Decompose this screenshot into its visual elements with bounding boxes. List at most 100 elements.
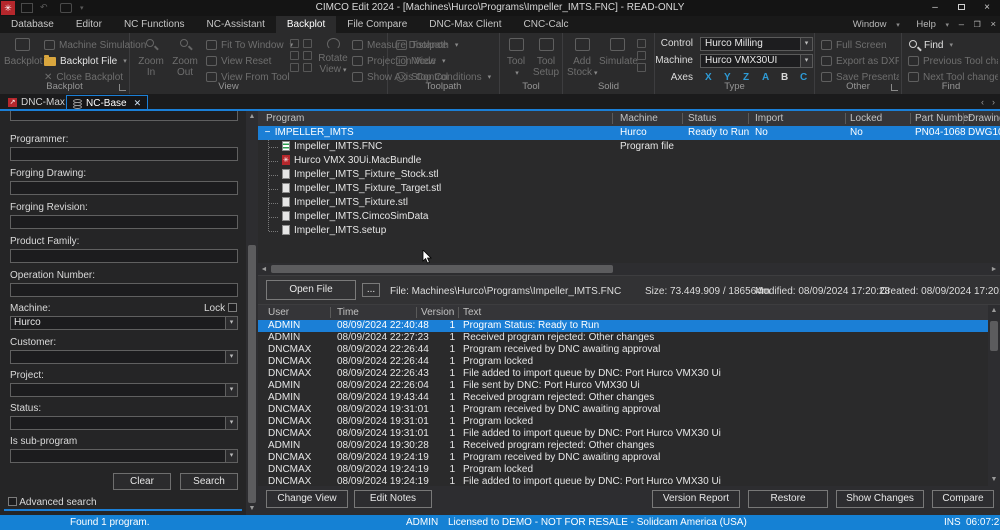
machine-dropdown[interactable]: Hurco VMX30UI▾ xyxy=(700,54,813,68)
program-file-row[interactable]: Hurco VMX 30Ui.MacBundle xyxy=(258,154,1000,168)
help-menu[interactable]: Help ▾ xyxy=(909,19,949,30)
control-dropdown[interactable]: Hurco Milling▾ xyxy=(700,37,813,51)
program-file-row[interactable]: Impeller_IMTS_Fixture.stl xyxy=(258,196,1000,210)
tab-database[interactable]: Database xyxy=(0,16,65,33)
operation-number-input[interactable] xyxy=(10,283,238,297)
restore-button[interactable]: Restore xyxy=(748,490,828,508)
column-header[interactable]: Status xyxy=(688,113,716,124)
show-changes-button[interactable]: Show Changes xyxy=(836,490,924,508)
clear-button[interactable]: Clear xyxy=(113,473,171,490)
collapse-icon[interactable]: − xyxy=(263,126,272,140)
log-scrollbar[interactable]: ▲ ▼ xyxy=(988,305,1000,486)
log-row[interactable]: ADMIN08/09/2024 19:30:281Received progra… xyxy=(258,440,1000,452)
tab-editor[interactable]: Editor xyxy=(65,16,113,33)
solid-option-icon[interactable] xyxy=(637,39,646,48)
open-file-button[interactable]: Open File xyxy=(266,280,356,300)
view-cube-icon[interactable] xyxy=(290,39,299,48)
program-file-row[interactable]: Impeller_IMTS.CimcoSimData xyxy=(258,210,1000,224)
view-cube-icon[interactable] xyxy=(303,63,312,72)
project-dropdown[interactable]: ▾ xyxy=(10,383,238,397)
horizontal-scrollbar[interactable]: ◄ ► xyxy=(258,263,1000,275)
machine-dropdown[interactable]: Hurco▾ xyxy=(10,316,238,330)
left-panel-scrollbar[interactable]: ▲ ▼ xyxy=(246,111,258,515)
customer-dropdown[interactable]: ▾ xyxy=(10,350,238,364)
top-partial-input[interactable] xyxy=(10,111,238,121)
forging-revision-input[interactable] xyxy=(10,215,238,229)
scroll-up-icon[interactable]: ▲ xyxy=(989,306,999,316)
advanced-search-checkbox[interactable] xyxy=(8,497,17,506)
simulate-button[interactable]: Simulate xyxy=(599,38,635,67)
column-header[interactable]: Time xyxy=(337,307,359,318)
program-file-row[interactable]: Impeller_IMTS.FNCProgram file xyxy=(258,140,1000,154)
tab-scroll-left-icon[interactable]: ‹ xyxy=(981,97,984,107)
advanced-search-toggle[interactable]: Advanced search xyxy=(8,497,97,508)
tab-dnc-max[interactable]: ↗ DNC-Max xyxy=(2,95,71,109)
scrollbar-thumb[interactable] xyxy=(248,245,256,503)
tab-cnc-calc[interactable]: CNC-Calc xyxy=(513,16,580,33)
tab-scroll-right-icon[interactable]: › xyxy=(992,97,995,107)
tab-nc-assistant[interactable]: NC-Assistant xyxy=(196,16,276,33)
lock-checkbox[interactable] xyxy=(228,303,237,312)
rotate-view-button[interactable]: RotateView▾ xyxy=(316,38,350,76)
edit-notes-button[interactable]: Edit Notes xyxy=(354,490,432,508)
view-cube-icon[interactable] xyxy=(290,63,299,72)
backplot-file-button[interactable]: Backplot File▾ xyxy=(44,54,127,68)
scroll-down-icon[interactable]: ▼ xyxy=(247,504,257,514)
log-row[interactable]: DNCMAX08/09/2024 19:31:011Program locked xyxy=(258,416,1000,428)
scroll-up-icon[interactable]: ▲ xyxy=(247,112,257,122)
mode-button[interactable]: Mode▾ xyxy=(396,54,446,68)
forging-drawing-input[interactable] xyxy=(10,181,238,195)
view-cube-icon[interactable] xyxy=(303,51,312,60)
tool-setup-button[interactable]: ToolSetup xyxy=(532,38,560,78)
restore-button[interactable] xyxy=(948,0,974,16)
fit-to-window-button[interactable]: Fit To Window▾ xyxy=(206,38,293,52)
log-row[interactable]: DNCMAX08/09/2024 19:24:191Program receiv… xyxy=(258,452,1000,464)
view-cube-icon[interactable] xyxy=(303,39,312,48)
status-dropdown[interactable]: ▾ xyxy=(10,416,238,430)
view-reset-button[interactable]: View Reset xyxy=(206,54,271,68)
zoom-out-button[interactable]: ZoomOut xyxy=(170,38,200,78)
program-row-root[interactable]: − IMPELLER_IMTS Hurco Ready to Run No No… xyxy=(258,126,1000,140)
column-header[interactable]: Import xyxy=(755,113,783,124)
previous-tool-change-button[interactable]: Previous Tool change xyxy=(908,54,998,68)
program-file-row[interactable]: Impeller_IMTS.setup xyxy=(258,224,1000,238)
tool-button[interactable]: Tool▾ xyxy=(502,38,530,79)
log-row[interactable]: DNCMAX08/09/2024 22:26:441Program locked xyxy=(258,356,1000,368)
minimize-button[interactable]: – xyxy=(922,0,948,16)
column-header[interactable]: Version xyxy=(421,307,454,318)
solid-option-icon[interactable] xyxy=(637,51,646,60)
column-header[interactable]: Program xyxy=(266,113,304,124)
close-doc-icon[interactable]: × xyxy=(990,19,996,30)
log-row[interactable]: ADMIN08/09/2024 19:43:441Received progra… xyxy=(258,392,1000,404)
log-row[interactable]: DNCMAX08/09/2024 22:26:431File added to … xyxy=(258,368,1000,380)
view-cube-icon[interactable] xyxy=(290,51,299,60)
program-file-row[interactable]: Impeller_IMTS_Fixture_Target.stl xyxy=(258,182,1000,196)
solid-option-icon[interactable] xyxy=(637,63,646,72)
window-menu[interactable]: Window ▾ xyxy=(846,19,900,30)
change-view-button[interactable]: Change View xyxy=(266,490,348,508)
add-stock-button[interactable]: AddStock▾ xyxy=(567,38,597,79)
log-row[interactable]: DNCMAX08/09/2024 19:31:011Program receiv… xyxy=(258,404,1000,416)
tab-nc-functions[interactable]: NC Functions xyxy=(113,16,196,33)
program-file-row[interactable]: Impeller_IMTS_Fixture_Stock.stl xyxy=(258,168,1000,182)
log-row[interactable]: DNCMAX08/09/2024 22:26:441Program receiv… xyxy=(258,344,1000,356)
scrollbar-thumb[interactable] xyxy=(990,321,998,351)
more-button[interactable]: ... xyxy=(362,283,380,297)
toolpath-button[interactable]: Toolpath▾ xyxy=(396,38,458,52)
column-header[interactable]: Text xyxy=(463,307,481,318)
full-screen-button[interactable]: Full Screen xyxy=(821,38,887,52)
version-report-button[interactable]: Version Report xyxy=(652,490,740,508)
column-header[interactable]: Drawing xyxy=(968,113,1000,124)
backplot-button[interactable]: Backplot xyxy=(4,38,40,67)
solid-option-buttons[interactable] xyxy=(637,39,647,72)
other-dialog-launcher-icon[interactable] xyxy=(891,84,898,91)
view-cube-buttons[interactable] xyxy=(290,39,313,72)
scroll-right-icon[interactable]: ► xyxy=(989,265,999,275)
zoom-in-button[interactable]: ZoomIn xyxy=(136,38,166,78)
log-row[interactable]: DNCMAX08/09/2024 19:24:191Program locked xyxy=(258,464,1000,476)
column-header[interactable]: User xyxy=(268,307,289,318)
log-row[interactable]: ADMIN08/09/2024 22:26:041File sent by DN… xyxy=(258,380,1000,392)
close-tab-icon[interactable]: ✕ xyxy=(134,98,142,109)
minimize-doc-icon[interactable]: – xyxy=(959,19,964,30)
tab-dnc-max-client[interactable]: DNC-Max Client xyxy=(418,16,512,33)
